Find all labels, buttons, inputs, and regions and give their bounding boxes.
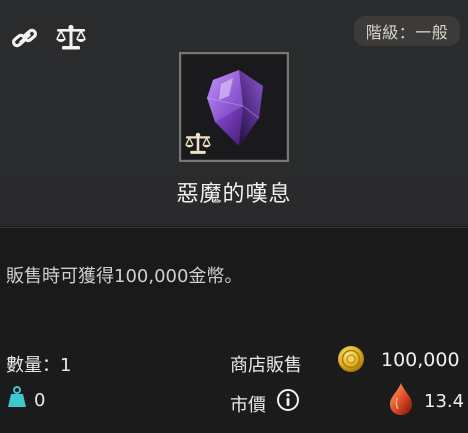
market-price-value: 13.4	[424, 391, 465, 412]
item-tooltip-panel: 階級：一般 惡魔的嘆息 販售時可獲得100,000金幣。 數量：1 0 商店販售…	[0, 0, 468, 433]
item-header: 階級：一般 惡魔的嘆息	[0, 0, 468, 228]
link-icon[interactable]	[10, 26, 40, 52]
silver-coin-icon	[338, 346, 364, 372]
crystal-blood-icon	[390, 383, 412, 415]
divider	[0, 226, 468, 228]
info-icon[interactable]	[276, 388, 300, 412]
market-price-label: 市價	[230, 395, 266, 416]
item-stats: 數量：1 0 商店販售 100,000 市價 13.4	[0, 322, 468, 433]
quantity-label: 數量：1	[6, 355, 72, 376]
weight-icon	[8, 386, 26, 407]
grade-badge: 階級：一般	[354, 16, 460, 46]
tradeable-balance-icon	[185, 132, 211, 154]
item-description: 販售時可獲得100,000金幣。	[6, 266, 243, 287]
weight-value: 0	[34, 390, 46, 411]
shop-sell-label: 商店販售	[230, 355, 302, 376]
shop-sell-price: 100,000	[381, 349, 460, 371]
item-icon-slot[interactable]	[179, 52, 289, 162]
balance-scale-icon	[56, 24, 86, 50]
item-name: 惡魔的嘆息	[176, 182, 292, 207]
